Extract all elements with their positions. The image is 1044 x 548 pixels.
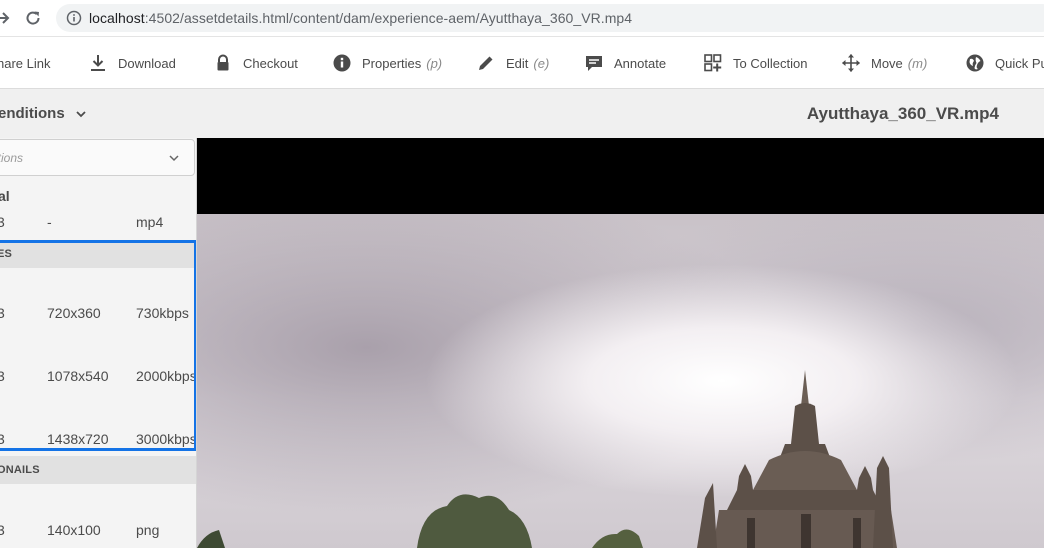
rendition-dimensions: 1078x540 xyxy=(47,368,109,384)
rendition-size: 3 xyxy=(0,368,5,384)
annotate-label: Annotate xyxy=(614,55,667,71)
info-icon xyxy=(333,54,351,72)
share-link-label: hare Link xyxy=(0,55,51,71)
pencil-icon xyxy=(479,56,493,70)
rendition-row[interactable]: 3 140x100 png xyxy=(0,505,196,545)
quick-publish-label: Quick Pub xyxy=(995,55,1044,71)
rendition-dimensions: - xyxy=(47,214,52,230)
move-button[interactable]: Move (m) xyxy=(841,37,927,89)
edit-label: Edit xyxy=(506,55,529,71)
url-text: localhost:4502/assetdetails.html/content… xyxy=(89,10,632,26)
checkout-button[interactable]: Checkout xyxy=(213,37,298,89)
move-label: Move xyxy=(871,55,903,71)
properties-shortcut: (p) xyxy=(426,55,443,71)
rendition-size: 3 xyxy=(0,214,5,230)
annotate-button[interactable]: Annotate xyxy=(584,37,666,89)
rendition-format: mp4 xyxy=(136,214,164,230)
renditions-filter-select[interactable]: itions xyxy=(0,139,195,176)
chevron-down-icon xyxy=(76,110,86,117)
chevron-down-icon xyxy=(169,155,179,162)
globe-icon xyxy=(966,54,984,72)
move-icon xyxy=(842,54,860,72)
to-collection-label: To Collection xyxy=(733,55,808,71)
rendition-dimensions: 720x360 xyxy=(47,305,101,321)
video-frame xyxy=(197,138,1044,548)
rendition-size: 3 xyxy=(0,522,5,538)
to-collection-button[interactable]: To Collection xyxy=(703,37,807,89)
download-icon xyxy=(91,55,105,71)
edit-button[interactable]: Edit (e) xyxy=(476,37,549,89)
properties-label: Properties xyxy=(362,55,422,71)
renditions-dropdown-toggle[interactable]: enditions xyxy=(0,89,87,138)
rendition-size: 3 xyxy=(0,305,5,321)
thumbnails-section-header: ONAILS xyxy=(0,456,196,484)
filter-placeholder: itions xyxy=(0,151,24,165)
move-shortcut: (m) xyxy=(907,55,928,71)
rendition-dimensions: 1438x720 xyxy=(47,431,109,447)
site-info-icon[interactable] xyxy=(66,10,82,26)
original-group-label: al xyxy=(0,188,10,204)
forward-arrow-icon[interactable] xyxy=(0,9,12,27)
url-field[interactable]: localhost:4502/assetdetails.html/content… xyxy=(56,4,1044,32)
edit-shortcut: (e) xyxy=(533,55,550,71)
url-path: :4502/assetdetails.html/content/dam/expe… xyxy=(144,10,633,26)
rendition-bitrate: 2000kbps xyxy=(136,368,197,384)
comment-icon xyxy=(586,56,602,71)
properties-button[interactable]: Properties (p) xyxy=(332,37,442,89)
rendition-bitrate: 3000kbps xyxy=(136,431,197,447)
section-label: ES xyxy=(0,248,13,260)
video-preview[interactable] xyxy=(197,138,1044,548)
quick-publish-button[interactable]: Quick Pub xyxy=(965,37,1044,89)
rendition-row-original[interactable]: 3 - mp4 xyxy=(0,208,196,236)
asset-action-bar: hare Link Download Checkout Properties (… xyxy=(0,37,1044,89)
section-label: ONAILS xyxy=(0,464,40,476)
url-host: localhost xyxy=(89,10,145,26)
rendition-size: 3 xyxy=(0,431,5,447)
rendition-format: png xyxy=(136,522,160,538)
browser-address-bar: localhost:4502/assetdetails.html/content… xyxy=(0,0,1044,37)
lock-icon xyxy=(217,54,229,71)
rendition-row[interactable]: 3 720x360 730kbps xyxy=(0,288,196,338)
rendition-dimensions: 140x100 xyxy=(47,522,101,538)
download-button[interactable]: Download xyxy=(88,37,176,89)
asset-title: Ayutthaya_360_VR.mp4 xyxy=(806,103,999,123)
rendition-row[interactable]: 3 1078x540 2000kbps xyxy=(0,351,197,401)
download-label: Download xyxy=(118,55,176,71)
title-bar: enditions Ayutthaya_360_VR.mp4 xyxy=(0,89,1044,138)
encodes-section-header: ES xyxy=(0,240,196,268)
share-link-button[interactable]: hare Link xyxy=(0,37,50,89)
rail-title: enditions xyxy=(0,105,65,122)
reload-icon[interactable] xyxy=(24,9,42,27)
add-collection-icon xyxy=(704,54,722,72)
rendition-row[interactable]: 3 1438x720 3000kbps xyxy=(0,414,197,458)
rendition-bitrate: 730kbps xyxy=(136,305,189,321)
checkout-label: Checkout xyxy=(243,55,298,71)
renditions-rail: itions al 3 - mp4 ES 3 720x360 730kbps 3… xyxy=(0,138,197,548)
